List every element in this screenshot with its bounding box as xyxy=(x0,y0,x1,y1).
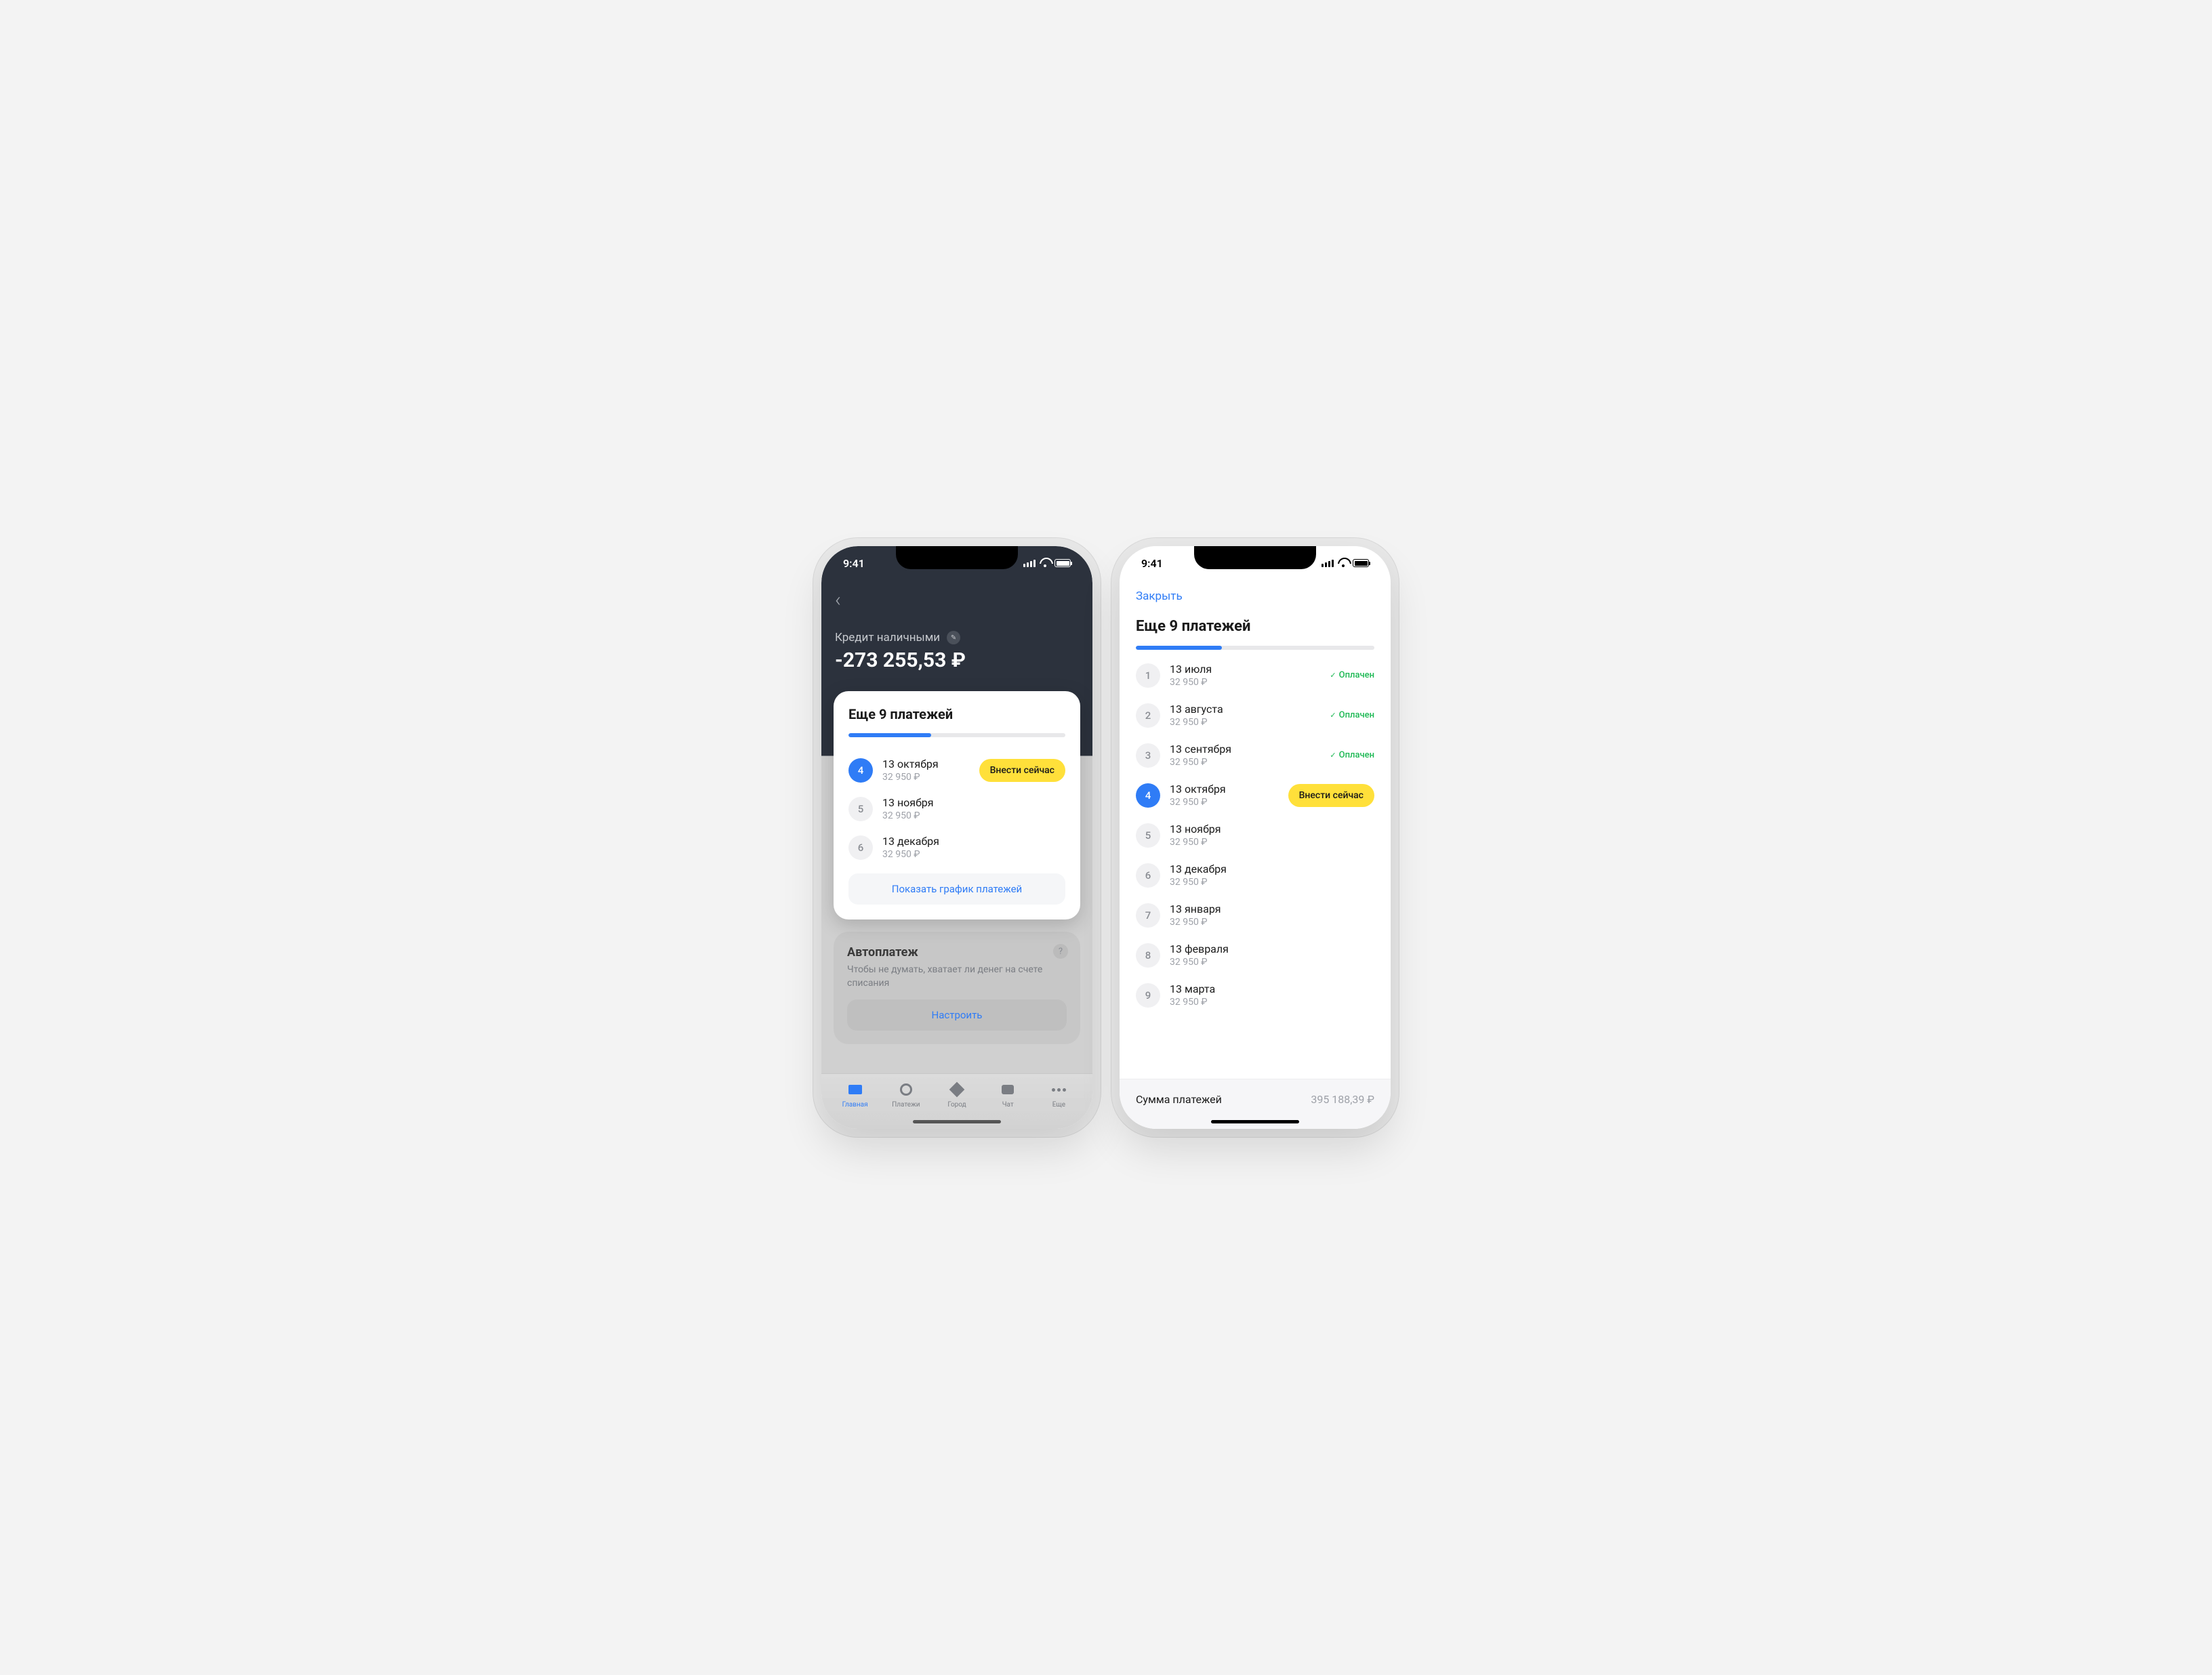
battery-icon xyxy=(1353,559,1369,567)
payment-status-paid: Оплачен xyxy=(1330,750,1374,760)
payment-amount: 32 950 ₽ xyxy=(882,772,970,783)
home-indicator[interactable] xyxy=(913,1120,1001,1123)
loan-amount: -273 255,53 ₽ xyxy=(835,648,1079,672)
wifi-icon xyxy=(1338,559,1349,567)
payment-date: 13 июля xyxy=(1170,663,1320,676)
payment-date: 13 ноября xyxy=(1170,823,1374,835)
payment-date: 13 декабря xyxy=(1170,863,1374,875)
payment-amount: 32 950 ₽ xyxy=(1170,797,1279,808)
payment-amount: 32 950 ₽ xyxy=(1170,877,1374,888)
payment-number: 8 xyxy=(1136,943,1160,968)
progress-bar xyxy=(1136,646,1374,650)
payment-amount: 32 950 ₽ xyxy=(1170,837,1374,848)
tab-label: Город xyxy=(947,1101,966,1109)
payment-row[interactable]: 6 13 декабря32 950 ₽ xyxy=(848,828,1065,867)
pay-now-button[interactable]: Внести сейчас xyxy=(979,759,1065,782)
status-time: 9:41 xyxy=(843,557,865,570)
payment-number: 4 xyxy=(1136,783,1160,808)
payment-row[interactable]: 3 13 сентября32 950 ₽ Оплачен xyxy=(1136,735,1374,775)
payment-number: 7 xyxy=(1136,903,1160,928)
notch xyxy=(1194,546,1316,569)
payment-row[interactable]: 6 13 декабря 32 950 ₽ xyxy=(1136,855,1374,895)
payment-amount: 32 950 ₽ xyxy=(1170,717,1320,728)
payment-row[interactable]: 1 13 июля32 950 ₽ Оплачен xyxy=(1136,655,1374,695)
payment-amount: 32 950 ₽ xyxy=(1170,677,1320,688)
tab-label: Еще xyxy=(1052,1101,1065,1109)
payment-row[interactable]: 8 13 февраля 32 950 ₽ xyxy=(1136,935,1374,975)
payment-amount: 32 950 ₽ xyxy=(882,810,1065,821)
autopay-title: Автоплатеж xyxy=(847,945,1067,959)
payment-number: 3 xyxy=(1136,743,1160,768)
help-icon[interactable]: ? xyxy=(1053,944,1068,959)
tab-payments[interactable]: Платежи xyxy=(880,1081,931,1109)
wifi-icon xyxy=(1040,559,1050,567)
tab-city[interactable]: Город xyxy=(931,1081,982,1109)
payment-status-paid: Оплачен xyxy=(1330,710,1374,720)
payments-card-title: Еще 9 платежей xyxy=(848,706,1065,722)
autopay-configure-button[interactable]: Настроить xyxy=(847,999,1067,1031)
payment-schedule-list[interactable]: 113 июля32 950 ₽Оплачен213 августа32 950… xyxy=(1120,655,1391,1048)
tab-label: Платежи xyxy=(892,1101,920,1109)
payment-amount: 32 950 ₽ xyxy=(882,849,1065,860)
payment-number: 6 xyxy=(848,835,873,860)
home-indicator[interactable] xyxy=(1211,1120,1299,1123)
loan-title: Кредит наличными xyxy=(835,631,940,644)
show-schedule-button[interactable]: Показать график платежей xyxy=(848,873,1065,905)
progress-bar xyxy=(848,733,1065,737)
payment-row[interactable]: 5 13 ноября32 950 ₽ xyxy=(848,789,1065,828)
payment-date: 13 февраля xyxy=(1170,943,1374,955)
payment-number: 5 xyxy=(1136,823,1160,848)
payment-date: 13 сентября xyxy=(1170,743,1320,756)
payment-amount: 32 950 ₽ xyxy=(1170,917,1374,928)
payment-row[interactable]: 5 13 ноября 32 950 ₽ xyxy=(1136,815,1374,855)
payment-row[interactable]: 7 13 января 32 950 ₽ xyxy=(1136,895,1374,935)
tab-label: Главная xyxy=(842,1101,868,1109)
payment-date: 13 октября xyxy=(1170,783,1279,795)
tab-more[interactable]: Еще xyxy=(1033,1081,1084,1109)
schedule-title: Еще 9 платежей xyxy=(1136,618,1374,635)
signal-icon xyxy=(1322,560,1334,567)
phone-left: 9:41 ‹ Кредит наличными ✎ -273 255,53 ₽ … xyxy=(821,546,1092,1129)
payment-number: 6 xyxy=(1136,863,1160,888)
back-button[interactable]: ‹ xyxy=(830,585,1079,615)
payment-date: 13 октября xyxy=(882,758,970,770)
edit-icon[interactable]: ✎ xyxy=(947,631,960,644)
payment-date: 13 декабря xyxy=(882,835,1065,848)
payment-number: 4 xyxy=(848,758,873,783)
phone-right: 9:41 Закрыть Еще 9 платежей 113 июля32 9… xyxy=(1120,546,1391,1129)
status-time: 9:41 xyxy=(1141,557,1163,570)
payment-date: 13 августа xyxy=(1170,703,1320,716)
autopay-card: ? Автоплатеж Чтобы не думать, хватает ли… xyxy=(834,932,1080,1044)
tab-label: Чат xyxy=(1002,1101,1014,1109)
payment-number: 9 xyxy=(1136,983,1160,1008)
payment-date: 13 января xyxy=(1170,903,1374,915)
payment-row[interactable]: 9 13 марта 32 950 ₽ xyxy=(1136,975,1374,1015)
close-button[interactable]: Закрыть xyxy=(1136,585,1183,607)
payment-number: 1 xyxy=(1136,663,1160,688)
pay-now-button[interactable]: Внести сейчас xyxy=(1288,784,1374,807)
tab-home[interactable]: Главная xyxy=(830,1081,880,1109)
battery-icon xyxy=(1054,559,1071,567)
payment-row[interactable]: 4 13 октября 32 950 ₽ Внести сейчас xyxy=(848,751,1065,789)
signal-icon xyxy=(1023,560,1036,567)
tab-chat[interactable]: Чат xyxy=(983,1081,1033,1109)
payment-amount: 32 950 ₽ xyxy=(1170,997,1374,1008)
notch xyxy=(896,546,1018,569)
payment-date: 13 марта xyxy=(1170,983,1374,995)
footer-total: 395 188,39 ₽ xyxy=(1311,1093,1374,1106)
payment-amount: 32 950 ₽ xyxy=(1170,757,1320,768)
payment-status-paid: Оплачен xyxy=(1330,670,1374,680)
payment-number: 5 xyxy=(848,797,873,821)
payment-number: 2 xyxy=(1136,703,1160,728)
footer-label: Сумма платежей xyxy=(1136,1093,1222,1106)
payment-date: 13 ноября xyxy=(882,796,1065,809)
payments-card: Еще 9 платежей 4 13 октября 32 950 ₽ Внести… xyxy=(834,691,1080,919)
payment-row[interactable]: 2 13 августа32 950 ₽ Оплачен xyxy=(1136,695,1374,735)
payment-amount: 32 950 ₽ xyxy=(1170,957,1374,968)
autopay-description: Чтобы не думать, хватает ли денег на сче… xyxy=(847,964,1067,990)
payment-row[interactable]: 4 13 октября 32 950 ₽ Внести сейчас xyxy=(1136,775,1374,815)
